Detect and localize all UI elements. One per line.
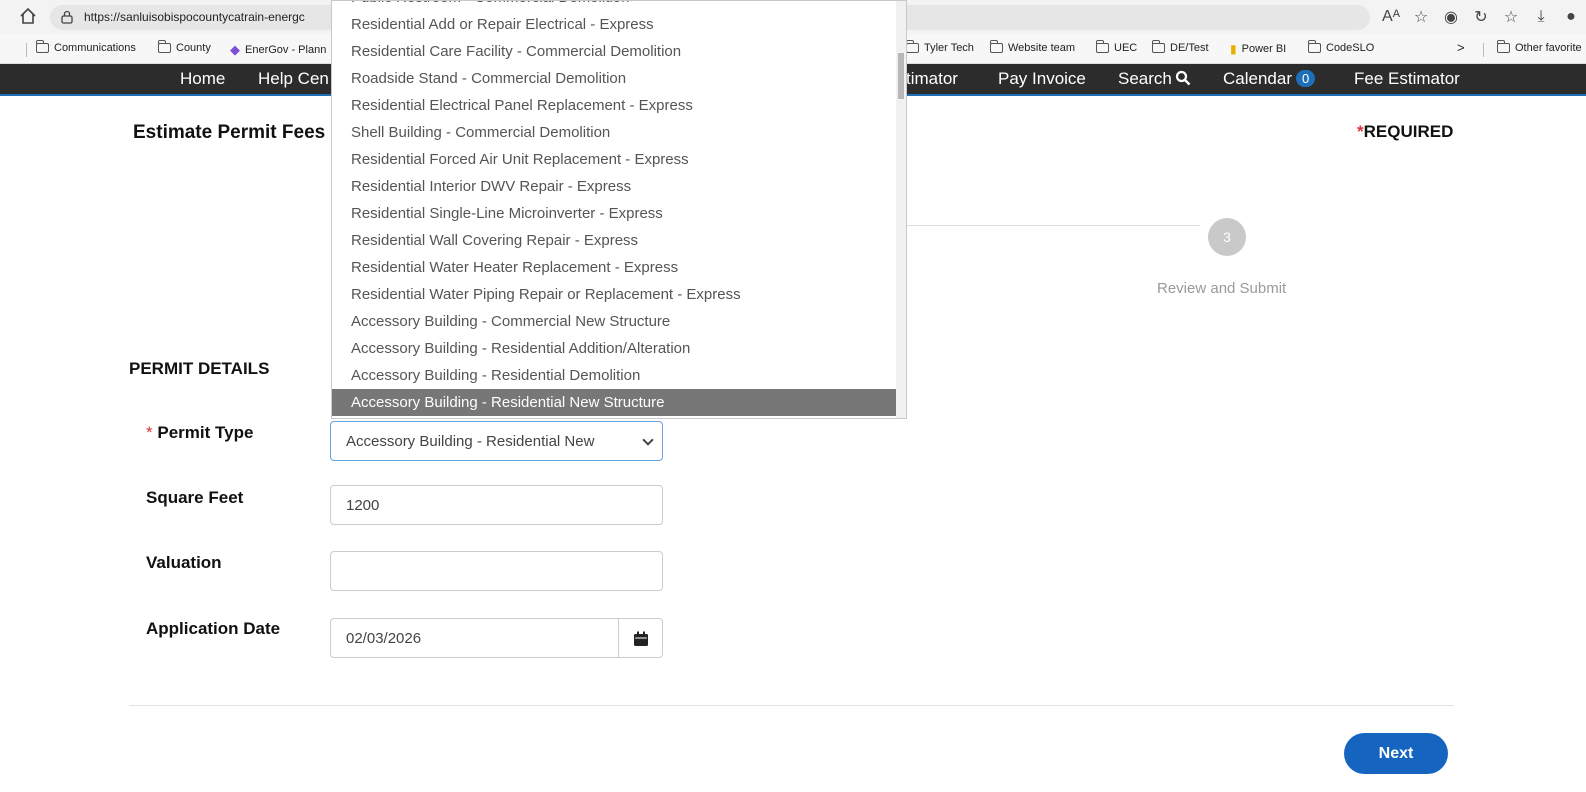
square-feet-label: Square Feet	[146, 488, 244, 507]
nav-calendar-label: Calendar	[1223, 69, 1292, 88]
permit-type-selected-value: Accessory Building - Residential New	[346, 433, 595, 450]
nav-calendar[interactable]: Calendar 0	[1223, 69, 1316, 89]
dropdown-option[interactable]: Residential Water Piping Repair or Repla…	[332, 281, 898, 308]
dropdown-scrollbar[interactable]	[896, 1, 906, 418]
bookmark-other-favorites[interactable]: Other favorite	[1496, 40, 1582, 54]
page-title: Estimate Permit Fees	[133, 122, 326, 143]
refresh-extension-icon[interactable]: ↻	[1466, 7, 1496, 27]
bookmark-label: County	[176, 42, 211, 54]
profile-avatar-icon[interactable]: ●	[1556, 8, 1586, 26]
lock-icon	[61, 10, 73, 24]
dropdown-option[interactable]: Roadside Stand - Commercial Demolition	[332, 65, 898, 92]
bookmark-county[interactable]: County	[157, 40, 211, 54]
energov-logo-icon: ◆	[230, 42, 240, 57]
bookmark-de-test[interactable]: DE/Test	[1151, 40, 1209, 54]
nav-fee-estimator[interactable]: Fee Estimator	[1354, 69, 1460, 89]
bookmark-tyler-tech[interactable]: Tyler Tech	[905, 40, 974, 54]
dropdown-option[interactable]: Accessory Building - Residential Additio…	[332, 335, 898, 362]
bookmark-label: Communications	[54, 42, 136, 54]
chevron-down-icon	[642, 434, 654, 446]
read-aloud-icon[interactable]: Aᴬ	[1376, 8, 1406, 26]
bookmark-energov[interactable]: ◆ EnerGov - Plann	[230, 42, 326, 58]
bookmark-label: EnerGov - Plann	[245, 44, 327, 56]
folder-icon	[905, 40, 919, 53]
dropdown-option[interactable]: Residential Water Heater Replacement - E…	[332, 254, 898, 281]
nav-search[interactable]: Search	[1118, 69, 1191, 89]
calendar-picker-button[interactable]	[618, 618, 663, 658]
wizard-step-3-label: Review and Submit	[1157, 280, 1287, 297]
permit-type-dropdown-list: Accessory Building - Residential New Str…	[331, 0, 907, 419]
search-icon	[1175, 70, 1191, 86]
permit-type-label: * Permit Type	[146, 423, 253, 443]
url-text[interactable]: https://sanluisobispocountycatrain-energ…	[84, 10, 305, 24]
favorites-list-icon[interactable]: ☆	[1496, 7, 1526, 27]
wizard-progress-line	[900, 225, 1200, 226]
permit-type-select[interactable]: Accessory Building - Residential New	[330, 421, 663, 461]
valuation-input[interactable]	[330, 551, 663, 591]
nav-estimator[interactable]: timator	[906, 69, 958, 89]
form-divider	[129, 705, 1454, 706]
bookmark-uec[interactable]: UEC	[1095, 40, 1138, 54]
dropdown-option[interactable]: Residential Add or Repair Electrical - E…	[332, 11, 898, 38]
wizard-step-3-circle: 3	[1208, 218, 1246, 256]
page: https://sanluisobispocountycatrain-energ…	[0, 0, 1586, 792]
nav-help-center[interactable]: Help Cen	[258, 69, 329, 89]
more-bookmarks-chevron-icon[interactable]: >	[1457, 40, 1465, 55]
folder-icon	[1151, 40, 1165, 53]
bookmark-codeslo[interactable]: CodeSLO	[1307, 40, 1375, 54]
calendar-icon	[634, 631, 648, 646]
next-button[interactable]: Next	[1344, 733, 1448, 774]
bookmark-label: CodeSLO	[1326, 42, 1375, 54]
bookmark-label: UEC	[1114, 42, 1138, 54]
folder-icon	[157, 40, 171, 53]
favorite-star-icon[interactable]: ☆	[1406, 7, 1436, 27]
dropdown-option[interactable]: Accessory Building - Residential New Str…	[332, 389, 898, 416]
home-icon[interactable]	[18, 6, 38, 26]
dropdown-option[interactable]: Accessory Building - Commercial New Stru…	[332, 308, 898, 335]
dropdown-option[interactable]: Residential Care Facility - Commercial D…	[332, 38, 898, 65]
required-star: *	[146, 423, 153, 442]
bookmark-label: Other favorite	[1515, 42, 1582, 54]
dropdown-option[interactable]: Residential Electrical Panel Replacement…	[332, 92, 898, 119]
dropdown-option[interactable]: Public Restroom - Commercial Demolition	[332, 1, 898, 11]
permit-details-heading: PERMIT DETAILS	[129, 359, 270, 378]
calendar-count-badge: 0	[1296, 70, 1316, 87]
nav-home[interactable]: Home	[180, 69, 225, 89]
dropdown-option[interactable]: Residential Interior DWV Repair - Expres…	[332, 173, 898, 200]
browser-toolbar-icons: Aᴬ ☆ ◉ ↻ ☆ ⤓ ●	[1376, 5, 1586, 29]
application-date-label: Application Date	[146, 619, 281, 638]
nav-search-label: Search	[1118, 69, 1172, 88]
required-label: REQUIRED	[1363, 122, 1454, 141]
folder-icon	[1095, 40, 1109, 53]
bookmark-label: DE/Test	[1170, 42, 1209, 54]
download-icon[interactable]: ⤓	[1526, 8, 1556, 26]
dropdown-option[interactable]: Shell Building - Commercial Demolition	[332, 119, 898, 146]
application-date-input[interactable]: 02/03/2026	[330, 618, 619, 658]
bookmark-communications[interactable]: Communications	[35, 40, 136, 54]
bookmark-website-team[interactable]: Website team	[989, 40, 1076, 54]
required-star: *	[1357, 122, 1364, 141]
bookmark-label: Tyler Tech	[924, 42, 974, 54]
folder-icon	[1496, 40, 1510, 53]
bookmark-separator	[1483, 43, 1484, 57]
folder-icon	[35, 40, 49, 53]
extension-icon[interactable]: ◉	[1436, 7, 1466, 27]
bookmark-separator	[26, 43, 27, 57]
dropdown-option[interactable]: Residential Wall Covering Repair - Expre…	[332, 227, 898, 254]
dropdown-option[interactable]: Residential Single-Line Microinverter - …	[332, 200, 898, 227]
bookmark-label: Website team	[1008, 42, 1076, 54]
valuation-label: Valuation	[146, 553, 222, 572]
folder-icon	[1307, 40, 1321, 53]
bookmark-power-bi[interactable]: ▮ Power BI	[1230, 42, 1286, 56]
nav-pay-invoice[interactable]: Pay Invoice	[998, 69, 1086, 89]
power-bi-icon: ▮	[1230, 42, 1237, 56]
folder-icon	[989, 40, 1003, 53]
required-indicator: *REQUIRED	[1357, 122, 1453, 142]
bookmark-label: Power BI	[1241, 43, 1287, 55]
dropdown-option[interactable]: Residential Forced Air Unit Replacement …	[332, 146, 898, 173]
square-feet-input[interactable]: 1200	[330, 485, 663, 525]
dropdown-option[interactable]: Accessory Building - Residential Demolit…	[332, 362, 898, 389]
permit-type-label-text: Permit Type	[157, 423, 254, 442]
dropdown-scrollbar-thumb[interactable]	[898, 53, 904, 99]
